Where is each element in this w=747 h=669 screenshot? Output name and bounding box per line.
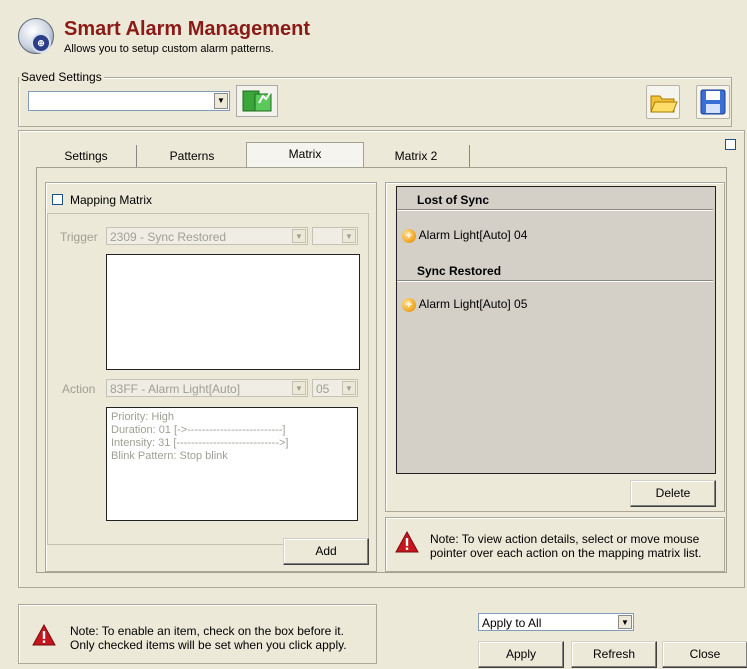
trigger-label: Trigger xyxy=(60,230,98,244)
list-item[interactable]: + Alarm Light[Auto] 04 xyxy=(402,228,702,243)
group-header-sync-restored: Sync Restored xyxy=(417,264,502,278)
plus-circle-icon: + xyxy=(402,297,416,312)
refresh-button[interactable]: Refresh xyxy=(571,641,657,668)
chevron-down-icon[interactable]: ▼ xyxy=(292,229,306,243)
chevron-down-icon[interactable]: ▼ xyxy=(342,229,356,243)
trigger-select[interactable]: 2309 - Sync Restored ▼ xyxy=(106,227,308,245)
chevron-down-icon[interactable]: ▼ xyxy=(292,381,306,395)
warning-icon xyxy=(395,531,419,553)
detail-blink-pattern: Blink Pattern: Stop blink xyxy=(111,450,228,462)
tab-area-checkbox[interactable] xyxy=(725,139,736,150)
tab-matrix[interactable]: Matrix xyxy=(246,142,364,169)
apply-button[interactable]: Apply xyxy=(478,641,564,668)
warning-icon xyxy=(32,624,56,646)
trigger-list-box[interactable] xyxy=(106,254,360,370)
list-item[interactable]: + Alarm Light[Auto] 05 xyxy=(402,297,702,312)
chevron-down-icon[interactable]: ▼ xyxy=(214,93,228,109)
detail-priority: Priority: High xyxy=(111,411,174,423)
trigger-sub-select[interactable]: ▼ xyxy=(312,227,358,245)
add-button[interactable]: Add xyxy=(283,538,369,565)
mapping-matrix-label: Mapping Matrix xyxy=(70,193,153,207)
open-folder-icon[interactable] xyxy=(646,85,680,119)
chevron-down-icon[interactable]: ▼ xyxy=(342,381,356,395)
action-select[interactable]: 83FF - Alarm Light[Auto] ▼ xyxy=(106,379,308,397)
page-title: Smart Alarm Management xyxy=(64,18,310,40)
close-button[interactable]: Close xyxy=(662,641,747,668)
plus-circle-icon: + xyxy=(402,228,416,243)
save-disk-icon[interactable] xyxy=(696,85,730,119)
delete-button[interactable]: Delete xyxy=(630,480,716,507)
tab-settings[interactable]: Settings xyxy=(36,145,137,167)
mapping-note-text: Note: To view action details, select or … xyxy=(430,532,702,560)
saved-settings-label: Saved Settings xyxy=(19,70,104,84)
tab-matrix-2[interactable]: Matrix 2 xyxy=(363,145,470,167)
chevron-down-icon[interactable]: ▼ xyxy=(618,615,632,629)
apply-saved-icon[interactable] xyxy=(236,85,278,117)
mapping-matrix-checkbox[interactable] xyxy=(52,194,63,205)
page-subtitle: Allows you to setup custom alarm pattern… xyxy=(64,43,274,55)
action-details-box: Priority: High Duration: 01 [->---------… xyxy=(106,407,358,521)
app-logo-icon: ⊕ xyxy=(18,18,54,54)
detail-intensity: Intensity: 31 [-------------------------… xyxy=(111,437,289,449)
action-sub-select[interactable]: 05 ▼ xyxy=(312,379,358,397)
tab-patterns[interactable]: Patterns xyxy=(137,145,248,167)
group-header-lost-of-sync: Lost of Sync xyxy=(417,193,490,207)
detail-duration: Duration: 01 [->------------------------… xyxy=(111,424,286,436)
saved-settings-select[interactable]: ▼ xyxy=(28,91,230,111)
action-label: Action xyxy=(62,382,96,396)
apply-scope-select[interactable]: Apply to All ▼ xyxy=(478,613,634,631)
footer-note-text: Note: To enable an item, check on the bo… xyxy=(70,624,347,652)
